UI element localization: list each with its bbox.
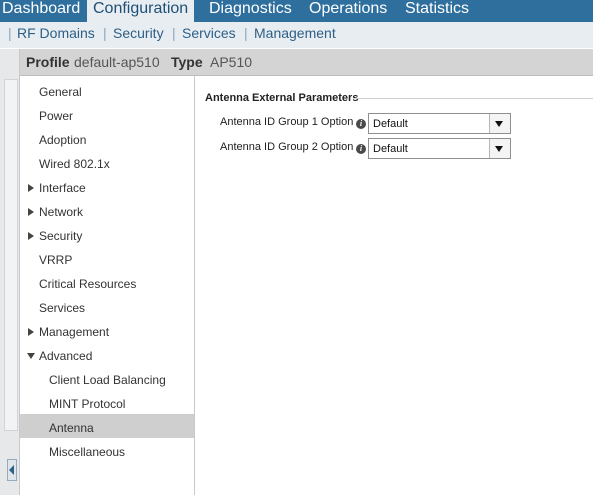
main-panel: Antenna External Parameters Antenna ID G… [195,76,593,495]
info-icon[interactable]: i [356,144,366,154]
expand-arrow-icon[interactable] [28,184,34,192]
sub-nav: | RF Domains | Security | Services | Man… [0,22,593,48]
tab-statistics[interactable]: Statistics [399,0,475,22]
collapse-panel-button[interactable] [7,459,17,481]
tree-item-general[interactable]: General [20,78,194,102]
tree-item-label: General [39,85,82,99]
tree-item-security[interactable]: Security [20,222,194,246]
tree-item-label: Advanced [39,349,93,363]
subtab-security[interactable]: Security [113,25,164,41]
tree-item-label: Security [39,229,83,243]
tree-item-label: Interface [39,181,86,195]
antenna-group2-value: Default [373,143,408,155]
tree-item-miscellaneous[interactable]: Miscellaneous [20,438,194,462]
subnav-separator: | [244,25,248,41]
tree-item-label: Power [39,109,74,123]
tree-item-management[interactable]: Management [20,318,194,342]
tree-item-label: Network [39,205,84,219]
antenna-group2-select[interactable]: Default [368,138,511,159]
tree-item-advanced[interactable]: Advanced [20,342,194,366]
tree-item-services[interactable]: Services [20,294,194,318]
tree-item-label: Wired 802.1x [39,157,110,171]
tab-configuration[interactable]: Configuration [87,0,195,24]
settings-tree: General Power Adoption Wired 802.1x Interfac… [20,76,195,495]
tree-item-antenna[interactable]: Antenna [20,414,194,438]
tree-item-client-load-balancing[interactable]: Client Load Balancing [20,366,194,390]
tab-diagnostics[interactable]: Diagnostics [203,0,298,22]
tab-operations[interactable]: Operations [303,0,393,22]
section-title: Antenna External Parameters [205,92,359,104]
subnav-separator: | [8,25,12,41]
profile-bar: Profile default-ap510 Type AP510 [20,49,593,76]
tab-dashboard[interactable]: Dashboard [0,0,86,22]
top-nav: Dashboard Configuration Diagnostics Oper… [0,0,593,24]
tree-item-label: VRRP [39,253,73,267]
expand-arrow-icon[interactable] [28,208,34,216]
chevron-left-icon [9,465,14,475]
subtab-rf-domains[interactable]: RF Domains [17,25,95,41]
subtab-management[interactable]: Management [254,25,336,41]
tree-item-vrrp[interactable]: VRRP [20,246,194,270]
info-icon[interactable]: i [356,119,366,129]
tree-item-label: Management [39,325,110,339]
tree-item-mint-protocol[interactable]: MINT Protocol [20,390,194,414]
tree-item-power[interactable]: Power [20,102,194,126]
antenna-group1-value: Default [373,118,408,130]
antenna-group1-select[interactable]: Default [368,113,511,134]
chevron-down-icon [495,121,503,127]
subnav-separator: | [172,25,176,41]
chevron-down-icon [495,146,503,152]
expand-arrow-icon[interactable] [28,232,34,240]
tree-item-label: MINT Protocol [49,397,126,411]
tree-item-label: Miscellaneous [49,445,126,459]
tree-item-interface[interactable]: Interface [20,174,194,198]
left-gutter [0,49,20,495]
tree-item-label: Critical Resources [39,277,137,291]
collapse-arrow-icon[interactable] [27,353,35,359]
section-divider [353,98,593,99]
tree-item-critical-resources[interactable]: Critical Resources [20,270,194,294]
profile-value: default-ap510 [74,54,160,70]
type-value: AP510 [210,54,253,70]
profile-key: Profile [26,54,70,70]
tree-item-label: Antenna [49,421,94,435]
tree-item-label: Client Load Balancing [49,373,166,387]
tree-item-network[interactable]: Network [20,198,194,222]
tree-item-adoption[interactable]: Adoption [20,126,194,150]
expand-arrow-icon[interactable] [28,328,34,336]
dropdown-button[interactable] [489,114,510,133]
subnav-separator: | [103,25,107,41]
subtab-services[interactable]: Services [182,25,236,41]
tree-item-label: Adoption [39,133,87,147]
gutter-stripe [4,79,18,431]
antenna-group2-label: Antenna ID Group 2 Option [220,141,354,153]
tree-item-wired-802-1x[interactable]: Wired 802.1x [20,150,194,174]
antenna-group1-label: Antenna ID Group 1 Option [220,116,354,128]
tree-item-label: Services [39,301,86,315]
type-key: Type [171,54,203,70]
dropdown-button[interactable] [489,139,510,158]
